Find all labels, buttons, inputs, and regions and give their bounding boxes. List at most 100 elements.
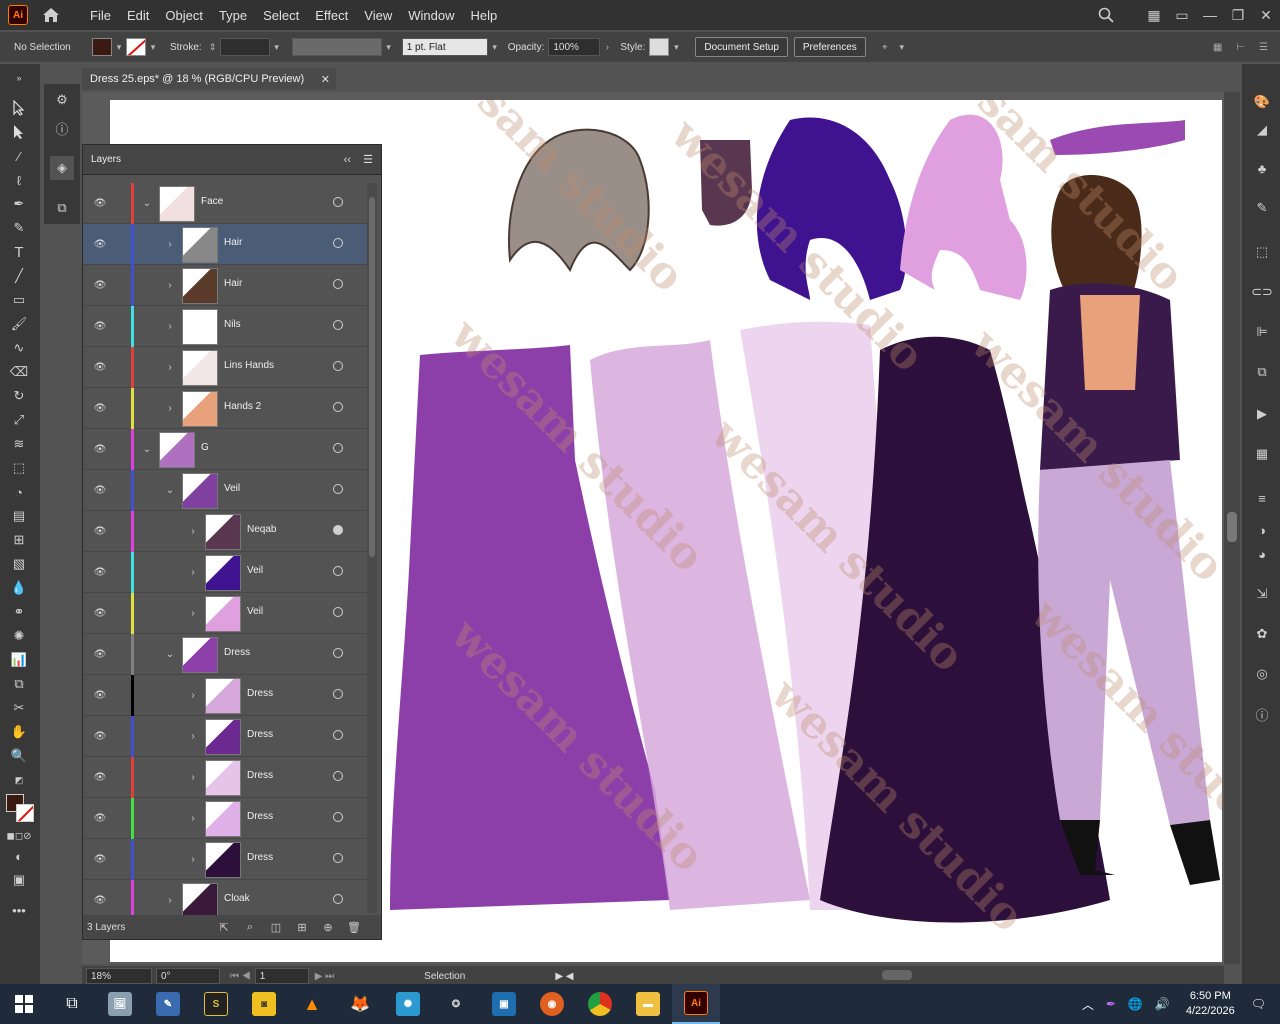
artboard-tool-icon[interactable]: ⧉ (8, 674, 30, 694)
pathfinder-icon[interactable]: ⧉ (1252, 362, 1272, 382)
vlc-app-icon[interactable]: ▲ (288, 984, 336, 1024)
arrange-documents-icon[interactable]: ▭ (1168, 4, 1196, 26)
expand-chevron-icon[interactable]: › (164, 401, 176, 415)
visibility-eye-icon[interactable]: 👁 (93, 524, 107, 538)
layer-row[interactable]: 👁 › Hair (83, 265, 371, 306)
canvas-vertical-scrollbar[interactable] (1224, 92, 1240, 964)
layer-row[interactable]: 👁 ⌄ Dress (83, 634, 371, 675)
mesh-tool-icon[interactable]: ⊞ (8, 530, 30, 550)
inkscape-app-icon[interactable]: ✪ (432, 984, 480, 1024)
new-sublayer-icon[interactable]: ⊞ (293, 919, 311, 935)
layer-target-icon[interactable] (333, 689, 343, 699)
opacity-arrow-icon[interactable]: › (600, 38, 614, 56)
layer-name[interactable]: Dress (247, 852, 273, 863)
preferences-button[interactable]: Preferences (793, 37, 866, 57)
symbol-sprayer-tool-icon[interactable]: ✺ (8, 626, 30, 646)
shaper-tool-icon[interactable]: ∿ (8, 338, 30, 358)
clipping-mask-icon[interactable]: ◫ (267, 919, 285, 935)
panel-menu-icon[interactable]: ‹‹ ☰ (344, 153, 373, 166)
appearance-icon[interactable]: ▦ (1252, 444, 1272, 464)
magic-wand-tool-icon[interactable]: ⁄ (8, 146, 30, 166)
layer-name[interactable]: Dress (247, 688, 273, 699)
opacity-field[interactable]: 100% (548, 38, 601, 56)
stroke-panel-icon[interactable]: ≡ (1252, 488, 1272, 508)
profile-dropdown-icon[interactable]: ▾ (382, 38, 396, 56)
layer-row[interactable]: 👁 › Veil (83, 552, 371, 593)
free-transform-tool-icon[interactable]: ⬚ (8, 458, 30, 478)
visibility-eye-icon[interactable]: 👁 (93, 647, 107, 661)
paint-app-icon[interactable]: ✎ (144, 984, 192, 1024)
export-panel-icon[interactable]: ⇲ (1252, 584, 1272, 604)
horizontal-scroll-thumb[interactable] (882, 970, 912, 980)
eyedropper-tool-icon[interactable]: 💧 (8, 578, 30, 598)
expand-chevron-icon[interactable]: › (187, 852, 199, 866)
expand-chevron-icon[interactable]: › (164, 893, 176, 907)
collapse-chevron-icon[interactable]: ⌄ (141, 196, 153, 210)
visibility-eye-icon[interactable]: 👁 (93, 729, 107, 743)
visibility-eye-icon[interactable]: 👁 (93, 565, 107, 579)
layer-row[interactable]: 👁 › Dress (83, 757, 371, 798)
fill-dropdown-icon[interactable]: ▾ (112, 38, 126, 56)
stroke-dropdown-icon[interactable]: ▾ (146, 38, 160, 56)
layer-name[interactable]: Nils (224, 319, 241, 330)
show-hidden-icons[interactable]: ︿ (1082, 996, 1094, 1013)
layer-row[interactable]: 👁 › Lins Hands (83, 347, 371, 388)
selection-tool-icon[interactable] (8, 98, 30, 118)
expand-chevron-icon[interactable]: › (187, 688, 199, 702)
zoom-level-field[interactable]: 18% (86, 968, 152, 984)
layer-name[interactable]: Lins Hands (224, 360, 274, 371)
task-view-icon[interactable]: ⧉ (48, 984, 96, 1024)
layer-name[interactable]: Veil (247, 565, 263, 576)
layer-row[interactable]: 👁 › Dress (83, 716, 371, 757)
default-fill-stroke-icon[interactable]: ◩ (8, 770, 30, 790)
next-artboard-icon[interactable]: ▶ ⏭ (315, 971, 334, 982)
layer-name[interactable]: Hair (224, 237, 242, 248)
visibility-eye-icon[interactable]: 👁 (93, 852, 107, 866)
layer-name[interactable]: G (201, 442, 209, 453)
more-tools-icon[interactable]: ••• (8, 900, 30, 920)
visibility-eye-icon[interactable]: 👁 (93, 319, 107, 333)
layer-row[interactable]: 👁 ⌄ Veil (83, 470, 371, 511)
layer-target-icon[interactable] (333, 402, 343, 412)
layer-target-icon[interactable] (333, 525, 343, 535)
notification-icon[interactable]: 🗨 (1251, 997, 1266, 1011)
lasso-tool-icon[interactable]: ℓ (8, 170, 30, 190)
expand-chevron-icon[interactable]: › (187, 524, 199, 538)
file-explorer-icon[interactable]: ▬ (624, 984, 672, 1024)
collapse-chevron-icon[interactable]: ⌄ (164, 647, 176, 661)
camtasia-app-icon[interactable]: ◙ (240, 984, 288, 1024)
artboards-panel-icon[interactable]: ⧉ (52, 198, 72, 218)
drawing-mode-icon[interactable]: ◐ (8, 846, 30, 866)
layer-row[interactable]: 👁 › Dress (83, 798, 371, 839)
menu-type[interactable]: Type (211, 8, 255, 23)
rectangle-tool-icon[interactable]: ▭ (8, 290, 30, 310)
studio-app-icon[interactable]: S (192, 984, 240, 1024)
layer-row[interactable]: 👁 › Hands 2 (83, 388, 371, 429)
brushes-icon[interactable]: ✎ (1252, 198, 1272, 218)
slice-tool-icon[interactable]: ✂ (8, 698, 30, 718)
color-panel-icon[interactable]: 🎨 (1252, 92, 1272, 112)
visibility-eye-icon[interactable]: 👁 (93, 483, 107, 497)
davinci-app-icon[interactable]: ✺ (384, 984, 432, 1024)
visibility-eye-icon[interactable]: 👁 (93, 442, 107, 456)
visibility-eye-icon[interactable]: 👁 (93, 893, 107, 907)
layer-row[interactable]: 👁 › Veil (83, 593, 371, 634)
search-icon[interactable] (1092, 4, 1120, 26)
layer-target-icon[interactable] (333, 443, 343, 453)
network-icon[interactable]: 🌐 (1128, 997, 1143, 1011)
windows-start-icon[interactable] (0, 984, 48, 1024)
status-menu-icon[interactable]: ▶ ◀ (555, 971, 573, 982)
blend-tool-icon[interactable]: ⚭ (8, 602, 30, 622)
layer-target-icon[interactable] (333, 320, 343, 330)
locate-object-icon[interactable]: ⌕ (241, 919, 259, 935)
stroke-box[interactable] (16, 804, 34, 822)
shape-builder-tool-icon[interactable]: ◔ (8, 482, 30, 502)
transparency-icon[interactable]: ◕ (1252, 544, 1272, 564)
properties-icon[interactable]: ⚙ (52, 90, 72, 110)
layer-name[interactable]: Veil (247, 606, 263, 617)
volume-icon[interactable]: 🔊 (1155, 997, 1170, 1011)
expand-chevron-icon[interactable]: › (164, 319, 176, 333)
menu-window[interactable]: Window (400, 8, 462, 23)
delete-layer-icon[interactable]: 🗑 (345, 919, 363, 935)
warp-tool-icon[interactable]: ≋ (8, 434, 30, 454)
